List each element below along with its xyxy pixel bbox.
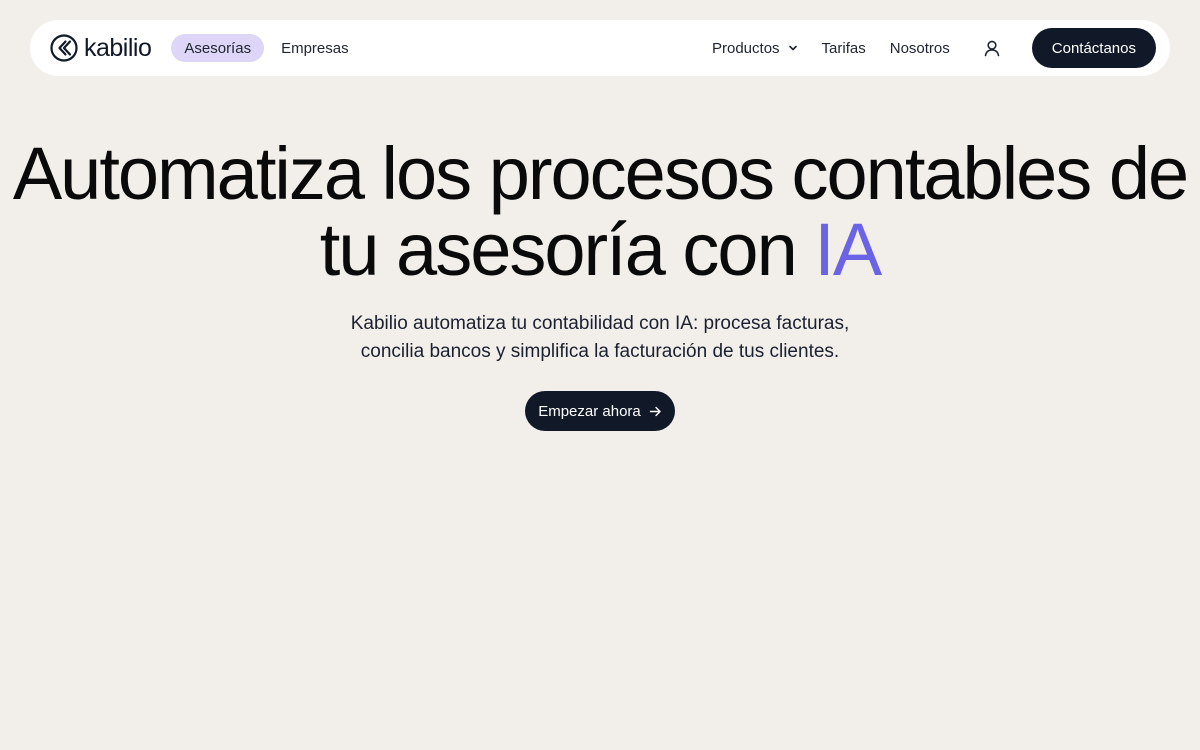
- brand-name: kabilio: [84, 33, 152, 62]
- hero-subtitle-line2: concilia bancos y simplifica la facturac…: [360, 341, 840, 362]
- start-now-label: Empezar ahora: [538, 402, 641, 420]
- user-icon: [984, 40, 1000, 57]
- nav-products-dropdown[interactable]: Productos: [712, 40, 798, 57]
- contact-button[interactable]: Contáctanos: [1031, 28, 1156, 68]
- hero-title: Automatiza los procesos contables de tu …: [0, 136, 1200, 288]
- segment-asesorias[interactable]: Asesorías: [171, 34, 265, 62]
- page: kabilio Asesorías Empresas Productos Tar…: [0, 0, 1200, 750]
- top-navbar: kabilio Asesorías Empresas Productos Tar…: [30, 20, 1170, 76]
- hero-title-main: Automatiza los procesos contables de tu …: [12, 132, 1189, 291]
- nav-products-label: Productos: [712, 39, 780, 57]
- hero-subtitle-line1: Kabilio automatiza tu contabilidad con I…: [350, 313, 850, 334]
- hero-subtitle: Kabilio automatiza tu contabilidad con I…: [0, 310, 1200, 366]
- hero-title-accent: IA: [814, 208, 882, 291]
- arrow-right-icon: [649, 406, 661, 416]
- kabilio-logo-icon: [50, 34, 78, 62]
- account-button[interactable]: [982, 38, 1002, 58]
- start-now-button[interactable]: Empezar ahora: [525, 391, 675, 431]
- brand-logo[interactable]: kabilio: [50, 33, 152, 63]
- chevron-down-icon: [788, 45, 797, 51]
- nav-pricing-link[interactable]: Tarifas: [822, 40, 866, 57]
- nav-about-link[interactable]: Nosotros: [890, 40, 950, 57]
- nav-right: Productos Tarifas Nosotros Contáctanos: [712, 28, 1156, 68]
- audience-switch: Asesorías Empresas: [171, 34, 361, 62]
- segment-empresas[interactable]: Empresas: [268, 34, 362, 62]
